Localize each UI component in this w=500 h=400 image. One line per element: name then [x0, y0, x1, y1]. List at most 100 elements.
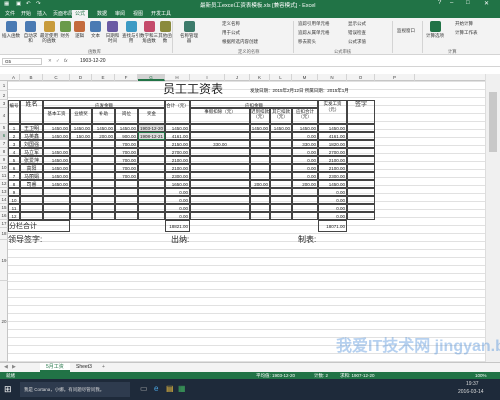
header-sign[interactable]: 签字 — [347, 100, 375, 124]
cell-leave[interactable] — [190, 148, 250, 156]
cell-name[interactable]: 王卫明 — [20, 124, 43, 132]
cell-basic[interactable] — [43, 212, 70, 220]
column-header-M[interactable]: M — [292, 74, 318, 81]
row-header-14[interactable]: 14 — [0, 196, 8, 204]
cell-sign[interactable] — [347, 196, 375, 204]
cell-other[interactable] — [270, 172, 292, 180]
maximize-icon[interactable]: □ — [466, 0, 470, 6]
cell-penalty[interactable] — [250, 196, 270, 204]
cell-penalty[interactable] — [250, 156, 270, 164]
remove-arrows-button[interactable]: 移去箭头 — [298, 39, 316, 45]
cell-actual[interactable]: 1820.00 — [318, 140, 347, 148]
header-actual[interactable]: 实发工资（元） — [318, 100, 347, 124]
cell-basic[interactable] — [43, 204, 70, 212]
row-header-12[interactable]: 12 — [0, 180, 8, 188]
cell-deduct_total[interactable]: 200.00 — [292, 180, 318, 188]
ribbon-button-7[interactable]: 查找与引用 — [122, 21, 140, 43]
cell-other[interactable] — [270, 188, 292, 196]
cell-actual[interactable]: 0.00 — [318, 188, 347, 196]
cell-no[interactable]: 7 — [8, 172, 20, 180]
tab-6[interactable]: 审阅 — [112, 10, 128, 18]
row-header-17[interactable]: 17 — [0, 220, 8, 228]
cell-penalty[interactable] — [250, 212, 270, 220]
ribbon-button-0[interactable]: 插入函数 — [2, 21, 20, 38]
cell-deduct_total[interactable]: 0.00 — [292, 156, 318, 164]
next-sheet-icon[interactable]: ▶ — [12, 364, 16, 370]
define-name-button[interactable]: 定义名称 — [222, 21, 240, 27]
cell-no[interactable]: 8 — [8, 180, 20, 188]
cell-post[interactable] — [115, 204, 138, 212]
cell-other[interactable] — [270, 140, 292, 148]
cell-sign[interactable] — [347, 132, 375, 140]
cell-basic[interactable] — [43, 140, 70, 148]
error-check-button[interactable]: 错误检查 — [348, 30, 366, 36]
cell-bonus[interactable] — [138, 204, 165, 212]
sheet-title[interactable]: 员工工资表 — [138, 82, 248, 96]
cell-post[interactable]: 900.00 — [115, 132, 138, 140]
cell-sign[interactable] — [347, 188, 375, 196]
ribbon-button-9[interactable]: 其他函数 — [158, 21, 172, 43]
cell-other[interactable] — [270, 148, 292, 156]
cell-name[interactable] — [20, 204, 43, 212]
cell-post[interactable]: 700.00 — [115, 148, 138, 156]
cell-no[interactable]: 5 — [8, 156, 20, 164]
cell-sign[interactable] — [347, 180, 375, 188]
cell-subsidy[interactable] — [92, 196, 115, 204]
enter-icon[interactable]: ✓ — [56, 58, 60, 64]
cell-bonus[interactable] — [138, 188, 165, 196]
column-header-J[interactable]: J — [225, 74, 250, 81]
column-header-N[interactable]: N — [318, 74, 347, 81]
tab-4[interactable]: 公式 — [72, 10, 89, 18]
cell-basic[interactable]: 1450.00 — [43, 156, 70, 164]
footer-preparer[interactable]: 制表: — [298, 234, 358, 246]
tab-2[interactable]: 插入 — [34, 10, 50, 18]
cell-subsidy[interactable]: 1450.00 — [92, 124, 115, 132]
cell-other[interactable] — [270, 156, 292, 164]
fx-icon[interactable]: fx — [64, 58, 68, 63]
cell-subsidy[interactable] — [92, 140, 115, 148]
cell-deduct_total[interactable]: 0.00 — [292, 132, 318, 140]
row-header-5[interactable]: 5 — [0, 124, 8, 132]
cell-merit[interactable] — [70, 148, 92, 156]
cell-leave[interactable]: 330.00 — [190, 140, 250, 148]
header-name[interactable]: 姓名 — [20, 100, 43, 124]
ribbon-button-1[interactable]: 自动求和 — [22, 21, 39, 43]
footer-cashier[interactable]: 出纳: — [171, 234, 231, 246]
header-subsidy[interactable]: 补助 — [92, 108, 115, 124]
cell-subsidy[interactable] — [92, 212, 115, 220]
header-due[interactable]: 应发金额 — [43, 100, 165, 108]
row-header-9[interactable]: 9 — [0, 156, 8, 164]
cell-total[interactable]: 0.00 — [165, 204, 190, 212]
header-basic[interactable]: 基本工资 — [43, 108, 70, 124]
cell-merit[interactable]: 1450.00 — [70, 124, 92, 132]
ribbon-button-4[interactable]: 逻辑 — [72, 21, 87, 38]
cell-no[interactable]: 2 — [8, 132, 20, 140]
header-bonus[interactable]: 奖金 — [138, 108, 165, 124]
trace-dependents-button[interactable]: 追踪从属单元格 — [298, 30, 330, 36]
cell-deduct_total[interactable]: 0.00 — [292, 164, 318, 172]
column-header-C[interactable]: C — [43, 74, 70, 81]
cell-name[interactable]: 马丽娟 — [20, 172, 43, 180]
cell-basic[interactable]: 1450.00 — [43, 172, 70, 180]
cell-bonus[interactable] — [138, 196, 165, 204]
column-header-K[interactable]: K — [250, 74, 270, 81]
prev-sheet-icon[interactable]: ◀ — [4, 364, 8, 370]
create-from-selection-button[interactable]: 根据所选内容创建 — [222, 39, 258, 45]
cell-actual[interactable]: 1450.00 — [318, 180, 347, 188]
cell-merit[interactable] — [70, 188, 92, 196]
column-header-B[interactable]: B — [20, 74, 43, 81]
row-header-3[interactable]: 3 — [0, 100, 8, 108]
ribbon-button-6[interactable]: 日期和时间 — [104, 21, 121, 43]
cell-leave[interactable] — [190, 164, 250, 172]
cell-other[interactable] — [270, 132, 292, 140]
cell-total[interactable]: 4161.00 — [165, 132, 190, 140]
header-other[interactable]: 其它扣款（元） — [270, 108, 292, 124]
cell-post[interactable] — [115, 196, 138, 204]
cell-sign[interactable] — [347, 164, 375, 172]
cell-total[interactable]: 2300.00 — [165, 172, 190, 180]
cell-post[interactable] — [115, 180, 138, 188]
cell-bonus[interactable] — [138, 164, 165, 172]
vertical-scrollbar[interactable] — [485, 74, 500, 362]
cell-merit[interactable] — [70, 172, 92, 180]
cell-total[interactable]: 2700.00 — [165, 148, 190, 156]
